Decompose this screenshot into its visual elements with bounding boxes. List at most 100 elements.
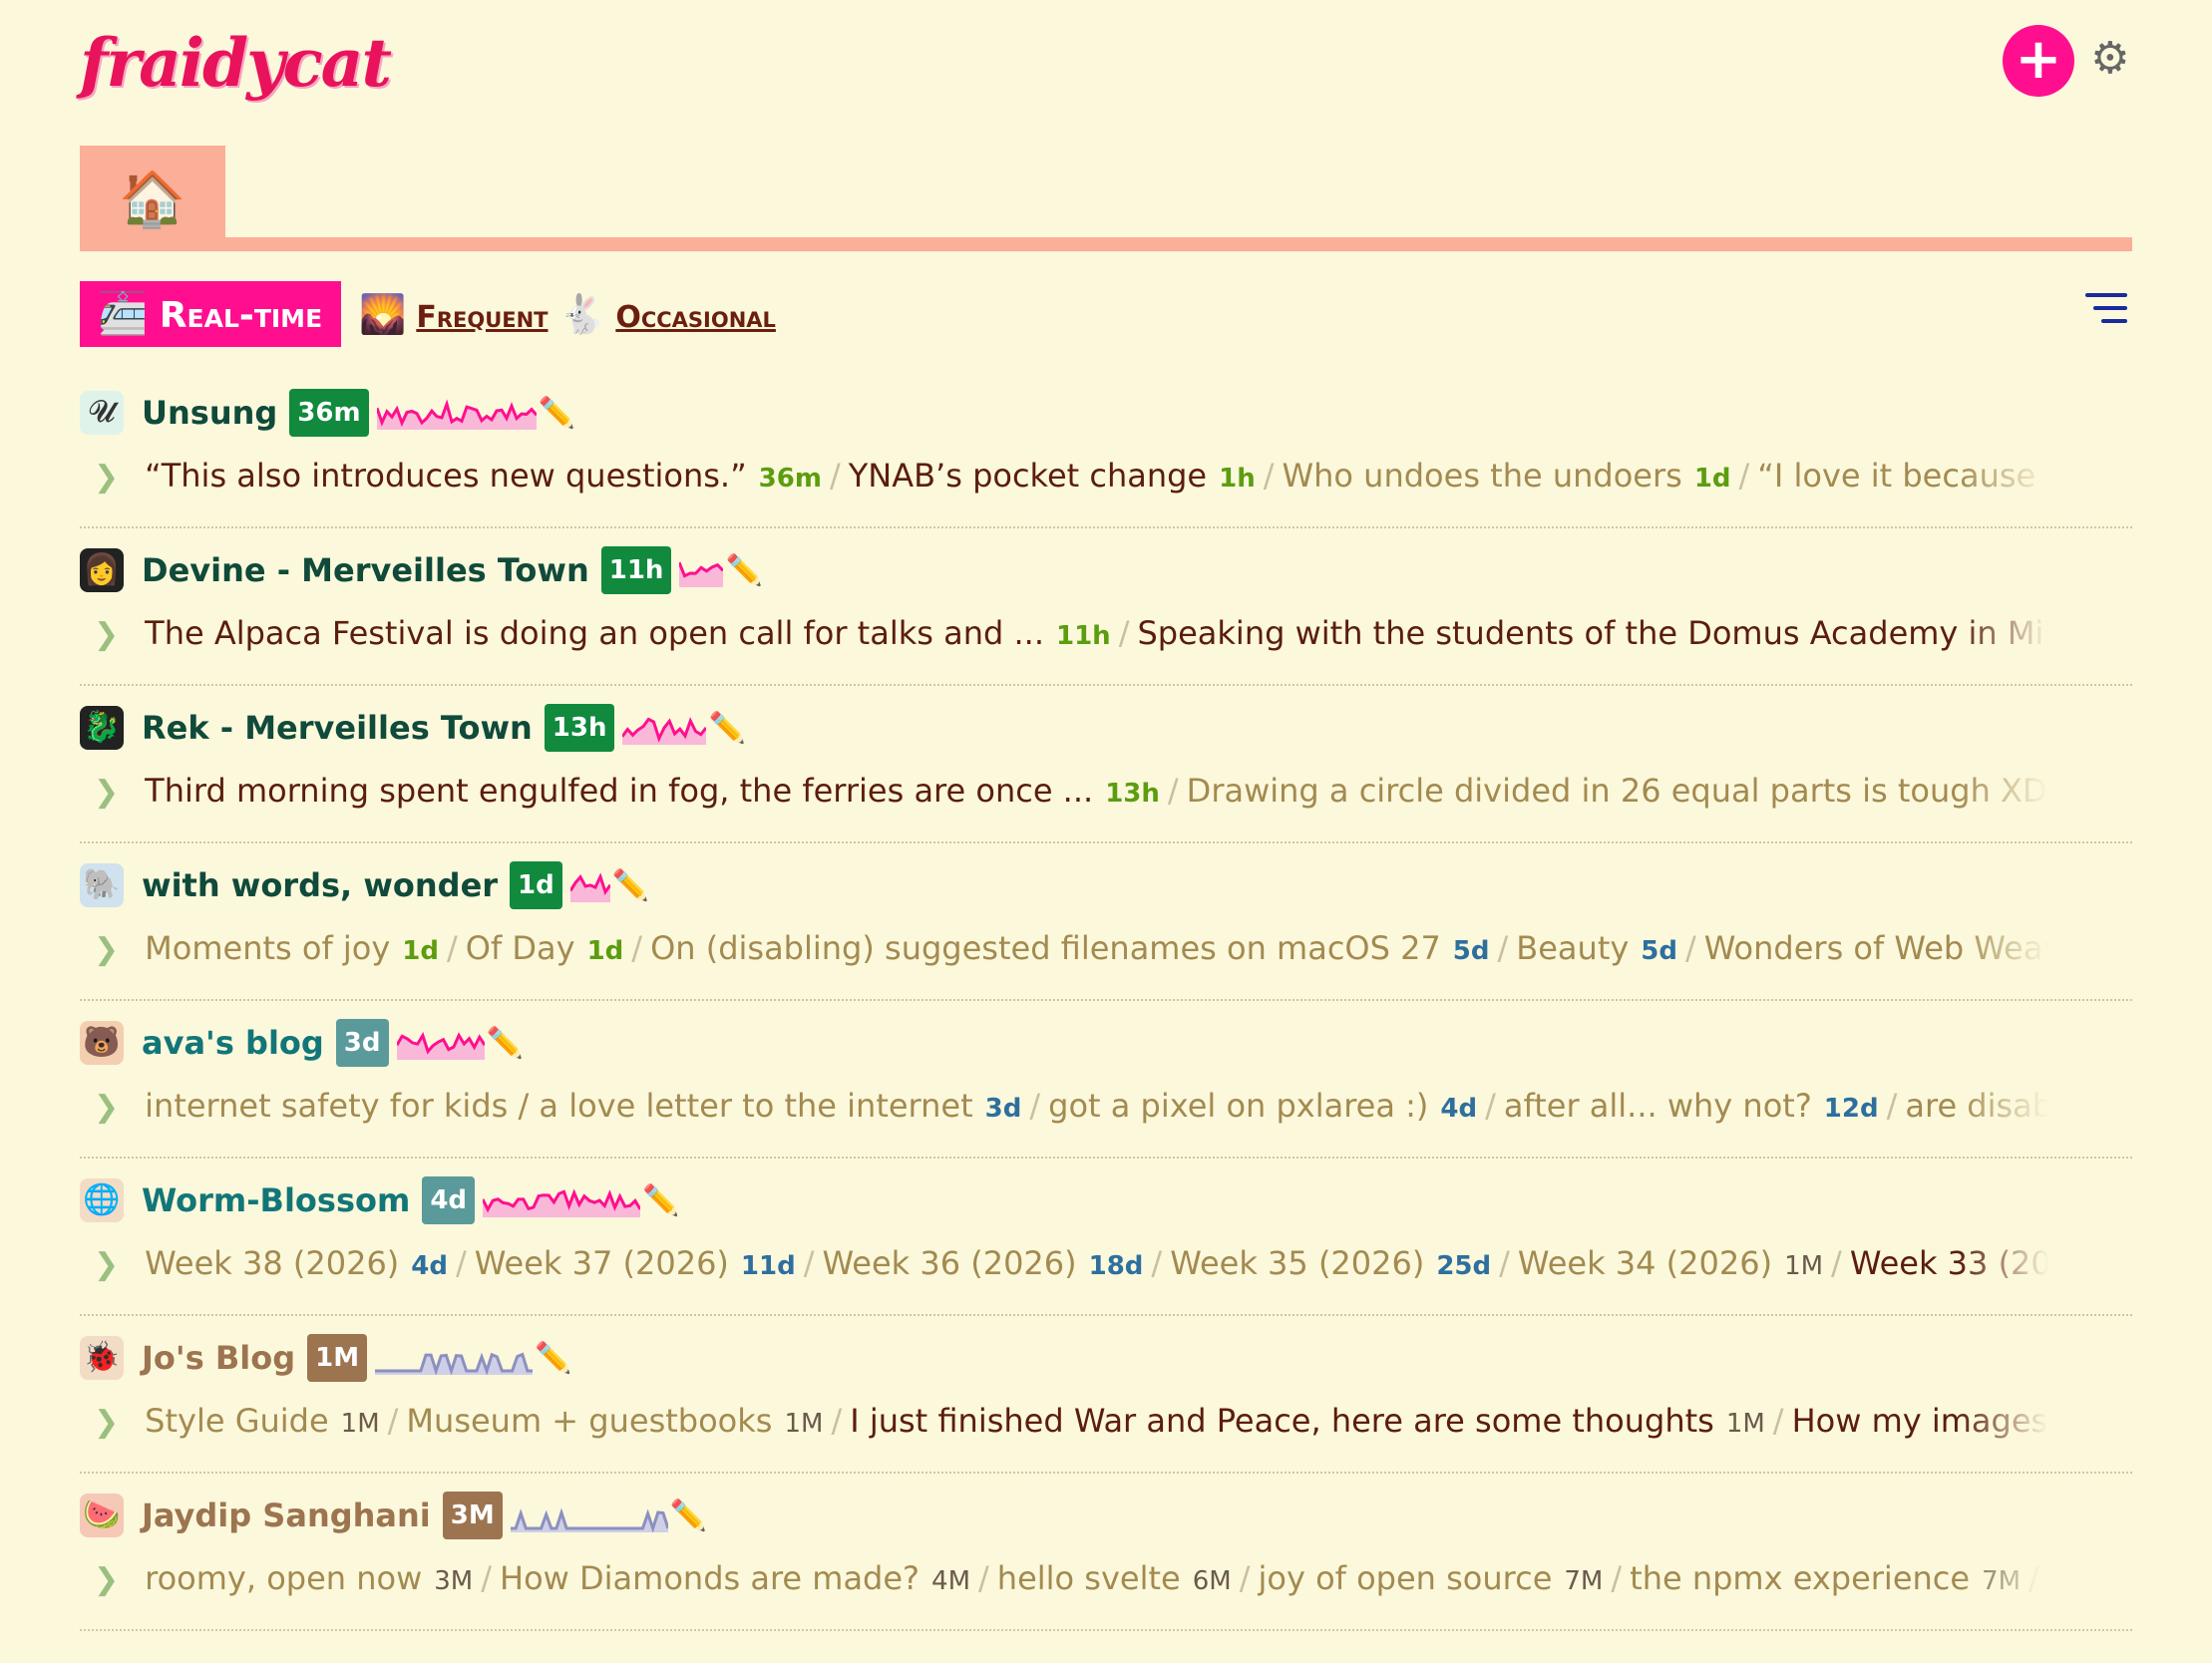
post-age: 1h [1219,464,1256,494]
pencil-icon[interactable]: ✏️ [487,1026,524,1061]
frequency-filters: 🚈 Real-time 🌄 Frequent 🐇 Occasional [80,259,2132,371]
feed-title[interactable]: Worm-Blossom [142,1181,410,1219]
feed-title-row: Devine - Merveilles Town 11h ✏️ [142,542,763,598]
filter-occasional[interactable]: 🐇 Occasional [558,281,776,347]
pencil-icon[interactable]: ✏️ [642,1183,679,1218]
feed-avatar[interactable]: 🌐 [80,1178,124,1222]
post-age: 1M [1725,1409,1765,1439]
chevron-right-icon[interactable]: ❯ [94,1240,119,1288]
post-link[interactable]: Week 33 (2026) [1850,1244,2048,1282]
post-link[interactable]: Wonders of Web Weaving, Episode [1704,929,2048,967]
chevron-right-icon[interactable]: ❯ [94,453,119,500]
filter-realtime[interactable]: 🚈 Real-time [80,281,341,347]
header: fraidycat + ⚙ [80,0,2132,138]
feed-title[interactable]: Devine - Merveilles Town [142,551,589,589]
post-link[interactable]: roomy, open now [145,1559,422,1597]
app-root: fraidycat + ⚙ 🏠 🚈 Real-time 🌄 Frequent 🐇 Oc… [80,0,2132,1631]
chevron-right-icon[interactable]: ❯ [94,925,119,973]
post-link[interactable]: Week 36 (2026) [822,1244,1076,1282]
post-link[interactable]: YNAB’s pocket change [849,457,1207,495]
chevron-right-icon[interactable]: ❯ [94,768,119,816]
feed-avatar[interactable]: 🍉 [80,1494,124,1537]
pencil-icon[interactable]: ✏️ [708,711,745,746]
post-age: 1M [784,1409,824,1439]
post-link[interactable]: “This also introduces new questions.” [145,457,747,495]
chevron-right-icon[interactable]: ❯ [94,1083,119,1131]
pencil-icon[interactable]: ✏️ [670,1498,707,1533]
post-link[interactable]: Style Guide [145,1402,329,1440]
post-link[interactable]: Speaking with the students of the Domus … [1137,614,2048,652]
post-link[interactable]: hello svelte [997,1559,1181,1597]
feed-title-row: ava's blog 3d ✏️ [142,1015,524,1071]
post-separator: / [1772,1402,1784,1440]
feed-title[interactable]: Rek - Merveilles Town [142,709,533,747]
post-link[interactable]: How Diamonds are made? [500,1559,920,1597]
post-list: ❯ “This also introduces new questions.” 36… [94,451,2048,500]
feed-title[interactable]: Unsung [142,394,277,432]
post-age: 12d [1823,1094,1879,1124]
post-age: 3M [434,1566,474,1596]
post-link[interactable]: got a pixel on pxlarea :) [1048,1087,1428,1125]
post-age: 18d [1088,1251,1144,1281]
post-link[interactable]: Who undoes the undoers [1283,457,1682,495]
feed-avatar[interactable]: 👩 [80,548,124,592]
feed-avatar[interactable]: 🐞 [80,1336,124,1380]
post-link[interactable]: the npmx experience [1630,1559,1970,1597]
post-separator: / [1738,457,1750,495]
gear-icon[interactable]: ⚙ [2090,34,2129,84]
chevron-right-icon[interactable]: ❯ [94,1398,119,1446]
pencil-icon[interactable]: ✏️ [535,1341,571,1376]
post-link[interactable]: Museum + guestbooks [406,1402,772,1440]
post-link[interactable]: Week 35 (2026) [1170,1244,1424,1282]
post-age: 1M [340,1409,380,1439]
post-link[interactable]: after all... why not? [1504,1087,1812,1125]
feed-title[interactable]: ava's blog [142,1024,324,1062]
post-link[interactable]: internet safety for kids / a love letter… [145,1087,973,1125]
post-link[interactable]: Drawing a circle divided in 26 equal par… [1187,772,2048,810]
feed-title-row: Jo's Blog 1M ✏️ [142,1330,571,1386]
activity-sparkline [510,1507,668,1532]
post-link[interactable]: Third morning spent engulfed in fog, the… [145,772,1093,810]
app-logo[interactable]: fraidycat [80,24,392,102]
post-link[interactable]: Of Day [466,929,575,967]
sort-menu-icon[interactable] [2085,293,2127,332]
post-link[interactable]: I just finished War and Peace, here are … [850,1402,1714,1440]
post-link[interactable]: Moments of joy [145,929,390,967]
add-follow-button[interactable]: + [2003,25,2074,97]
post-separator: / [1685,929,1696,967]
post-link[interactable]: Beauty [1516,929,1629,967]
pencil-icon[interactable]: ✏️ [539,396,575,431]
tab-home[interactable]: 🏠 [80,146,225,251]
post-link[interactable]: Typography [2047,1559,2048,1597]
feed-title-row: Rek - Merveilles Town 13h ✏️ [142,700,746,756]
post-link[interactable]: Week 38 (2026) [145,1244,399,1282]
train-icon: 🚈 [98,291,148,337]
post-link[interactable]: “I love it because it’s a bit really [1757,457,2048,495]
post-link[interactable]: On (disabling) suggested filenames on ma… [650,929,1441,967]
feed-avatar[interactable]: 🐻 [80,1021,124,1065]
activity-sparkline [396,1032,485,1060]
feed-avatar[interactable]: 🐘 [80,863,124,907]
chevron-right-icon[interactable]: ❯ [94,1555,119,1603]
post-link[interactable]: Week 37 (2026) [475,1244,729,1282]
pencil-icon[interactable]: ✏️ [612,868,649,903]
post-separator: / [1886,1087,1898,1125]
feed-avatar[interactable]: 𝓤 [80,391,124,435]
post-link[interactable]: are disabilities and [1905,1087,2048,1125]
post-link[interactable]: The Alpaca Festival is doing an open cal… [145,614,1044,652]
pencil-icon[interactable]: ✏️ [725,553,762,588]
post-list: ❯ Moments of joy 1d / Of Day 1d / On (disabling… [94,923,2048,973]
feed-title[interactable]: Jo's Blog [142,1339,295,1377]
feed-avatar[interactable]: 🐉 [80,706,124,750]
chevron-right-icon[interactable]: ❯ [94,610,119,658]
post-age: 4d [1440,1094,1478,1124]
post-link[interactable]: joy of open source [1258,1559,1552,1597]
filter-frequent[interactable]: 🌄 Frequent [359,281,549,347]
post-list: ❯ internet safety for kids / a love lette… [94,1081,2048,1131]
age-badge: 1M [307,1334,368,1382]
feed-title[interactable]: with words, wonder [142,866,498,904]
post-link[interactable]: How my images are dithered [1792,1402,2048,1440]
feed-title[interactable]: Jaydip Sanghani [142,1497,431,1534]
post-separator: / [446,929,458,967]
post-link[interactable]: Week 34 (2026) [1518,1244,1772,1282]
